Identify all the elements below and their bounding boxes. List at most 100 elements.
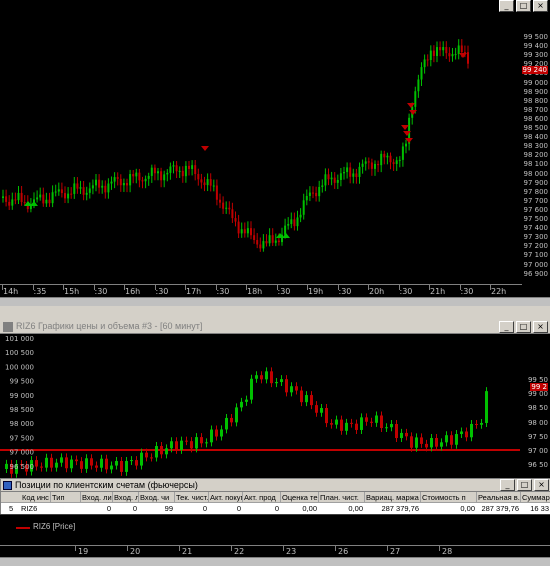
candle-body	[215, 429, 218, 437]
bottom-chart-x-axis: 19 20 21 22 23 26 27 28	[0, 545, 550, 557]
candle-body	[400, 432, 403, 439]
candle-body	[346, 167, 349, 173]
maximize-button[interactable]: □	[516, 0, 531, 12]
candle-body	[312, 192, 314, 194]
candle-body	[327, 174, 330, 180]
candle-body	[51, 192, 54, 204]
column-header[interactable]: Стоимость п	[421, 492, 477, 503]
column-header[interactable]: Вход. ли	[81, 492, 113, 503]
candle-body	[141, 180, 144, 182]
candle-body	[135, 172, 138, 177]
x-tick-label: :30	[94, 287, 108, 296]
candle-body	[300, 390, 303, 403]
x-tick-label: :30	[277, 287, 291, 296]
bottom-chart-scrollbar[interactable]	[0, 557, 550, 566]
candle-body	[45, 457, 48, 468]
candle-body	[222, 202, 225, 209]
candle-body	[2, 196, 4, 198]
close-button[interactable]: ×	[533, 321, 548, 333]
column-header[interactable]: Код инс	[21, 492, 51, 503]
candle-body	[36, 197, 39, 200]
x-tick	[179, 546, 180, 551]
current-price-label: 99 240	[521, 66, 548, 74]
candle-body	[17, 192, 20, 201]
candle-body	[432, 50, 435, 57]
candle-body	[255, 375, 258, 379]
y-tick-label: 99 300	[523, 51, 549, 60]
table-cell: RIZ6	[21, 504, 38, 513]
candle-body	[215, 185, 218, 200]
y-tick-label: 99 00	[527, 390, 548, 399]
candle-body	[389, 155, 392, 163]
candle-body	[318, 186, 321, 197]
minimize-button[interactable]: _	[500, 479, 515, 491]
x-tick-label: :30	[338, 287, 352, 296]
candle-body	[104, 185, 107, 193]
close-button[interactable]: ×	[533, 0, 548, 12]
candle-body	[345, 422, 348, 431]
candle-body	[195, 437, 198, 449]
maximize-button[interactable]: □	[516, 321, 531, 333]
x-tick-label: 22h	[491, 287, 507, 296]
candle-body	[270, 371, 273, 384]
candle-body	[324, 174, 327, 186]
table-cell: 287 379,76	[481, 504, 519, 513]
y-tick-label: 100 000	[5, 363, 34, 371]
candle-body	[42, 194, 45, 204]
minimize-button[interactable]: _	[499, 321, 514, 333]
column-header[interactable]: Суммарн	[521, 492, 550, 503]
candle-body	[230, 417, 233, 423]
column-header[interactable]: Вход. чи	[139, 492, 175, 503]
candle-body	[82, 187, 85, 195]
top-candle-chart[interactable]	[0, 13, 522, 283]
column-header[interactable]: Акт. прод	[243, 492, 281, 503]
candle-body	[194, 165, 197, 175]
column-header[interactable]: Оценка те	[281, 492, 319, 503]
x-tick-label: 23	[286, 547, 297, 556]
candle-body	[339, 173, 342, 180]
candle-body	[454, 54, 457, 56]
candle-body	[280, 379, 283, 383]
candle-body	[415, 437, 418, 448]
bottom-chart-titlebar[interactable]: RIZ6 Графики цены и объема #3 - [60 мину…	[0, 320, 550, 334]
candle-body	[460, 431, 463, 435]
top-chart-scrollbar[interactable]	[0, 297, 550, 306]
x-tick-label: 15h	[64, 287, 80, 296]
column-header[interactable]: Вариац. маржа	[365, 492, 421, 503]
table-row[interactable]: 5 RIZ6 0 0 99 0 0 0 0,00 0,00 287 379,76 0,00 287 37…	[1, 503, 550, 514]
column-header[interactable]: Акт. покуп	[209, 492, 243, 503]
candle-body	[228, 207, 231, 210]
close-button[interactable]: ×	[534, 479, 549, 491]
minimize-button[interactable]: _	[499, 0, 514, 12]
bottom-candle-chart[interactable]: 101 000 100 500 100 000 99 500 99 000 98 500 9…	[0, 334, 520, 478]
candle-body	[200, 437, 203, 444]
candle-body	[231, 209, 234, 219]
candle-body	[5, 463, 8, 469]
candle-body	[423, 59, 426, 68]
column-header[interactable]: Тип	[51, 492, 81, 503]
candle-body	[181, 170, 184, 177]
x-tick-label: 26	[338, 547, 349, 556]
candle-body	[325, 408, 328, 424]
column-header[interactable]: План. чист.	[319, 492, 365, 503]
candle-body	[460, 45, 463, 53]
candle-body	[330, 423, 333, 425]
column-header[interactable]: Реальная в.м	[477, 492, 521, 503]
candle-body	[358, 166, 361, 177]
positions-titlebar[interactable]: Позиции по клиентским счетам (фьючерсы) …	[1, 479, 550, 492]
column-header[interactable]: Тек. чист.	[175, 492, 209, 503]
candle-body	[40, 466, 43, 468]
candle-body	[440, 442, 443, 447]
y-tick-label: 98 100	[523, 160, 549, 169]
candle-body	[188, 165, 190, 169]
candle-body	[310, 395, 313, 406]
maximize-button[interactable]: □	[517, 479, 532, 491]
candle-body	[120, 460, 123, 472]
candle-body	[436, 47, 438, 57]
candle-body	[274, 240, 277, 243]
y-tick-label: 97 700	[523, 196, 549, 205]
top-chart-x-axis: 14h:35 15h:30 16h:30 17h:30 18h:30 19h:30 20h:…	[0, 284, 522, 297]
sell-signal-icon	[401, 125, 409, 130]
candle-body	[240, 229, 243, 234]
column-header[interactable]: Вход. л	[113, 492, 139, 503]
